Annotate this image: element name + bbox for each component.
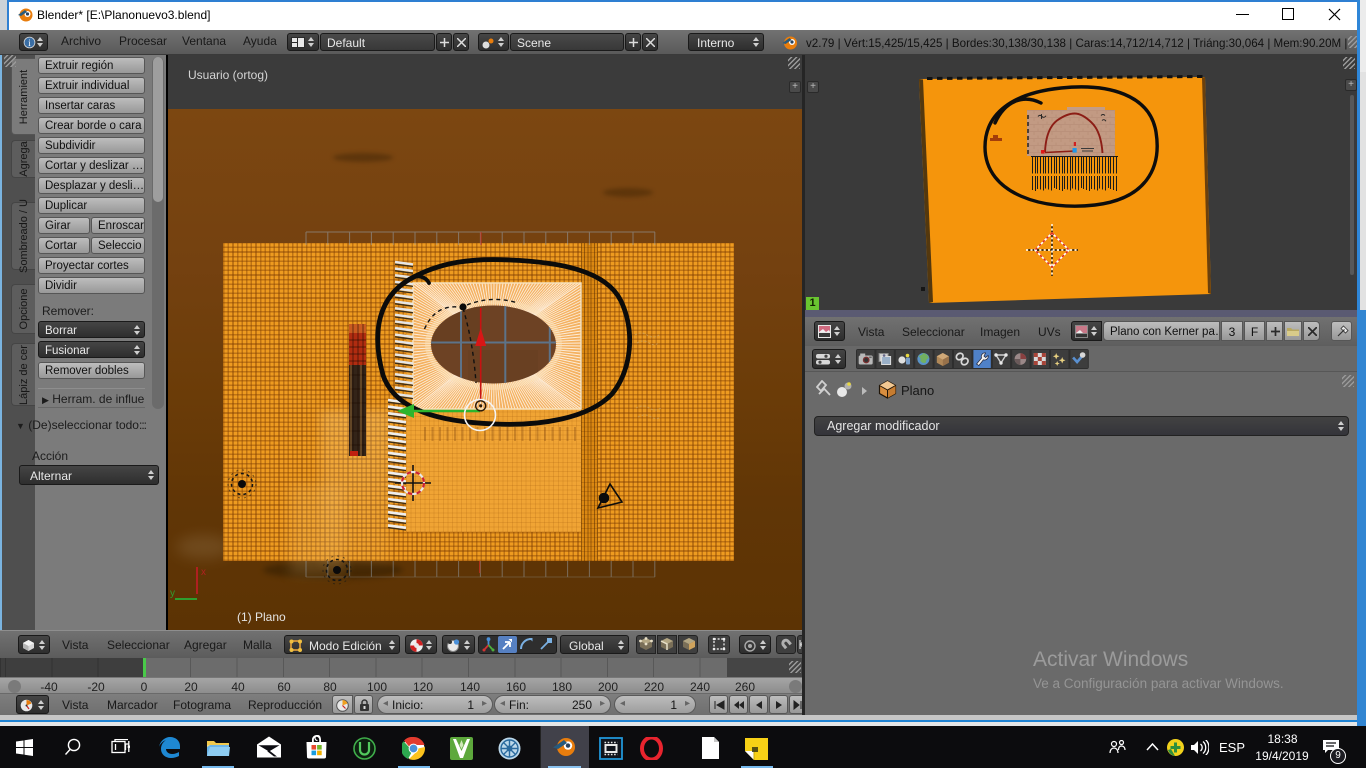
svg-text:x: x bbox=[201, 567, 206, 578]
svg-text:y: y bbox=[170, 588, 175, 599]
